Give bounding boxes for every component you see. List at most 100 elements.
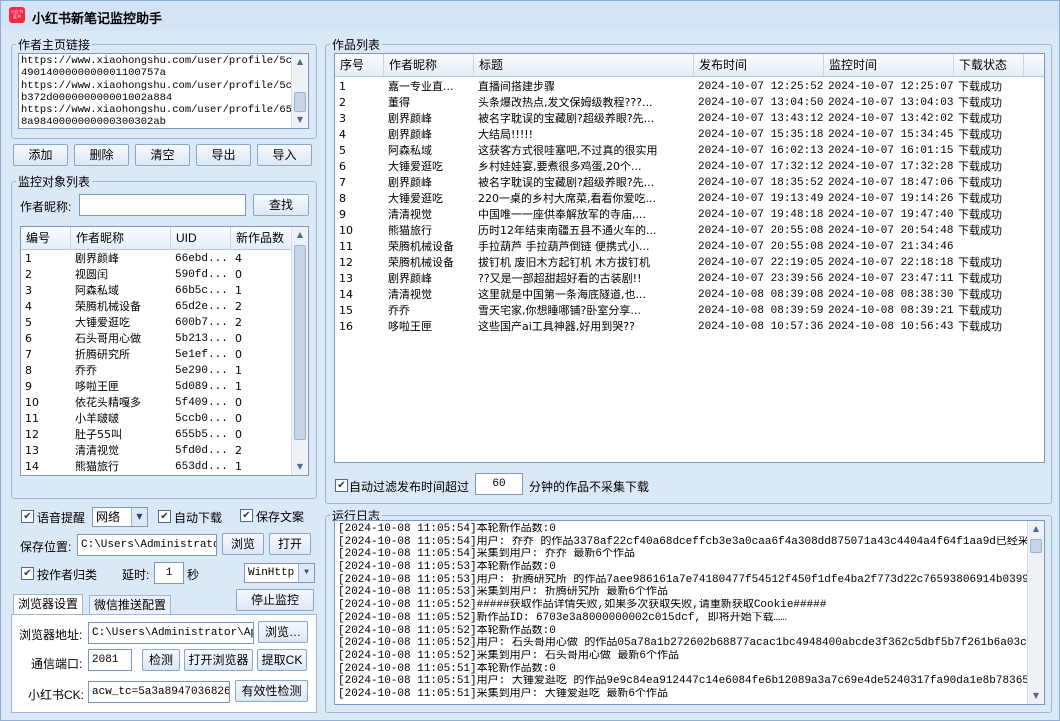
save-path-browse-button[interactable]: 浏览 <box>222 533 264 555</box>
detect-button[interactable]: 检测 <box>142 649 180 671</box>
monitor-cell: 600b7... <box>175 317 228 329</box>
save-path-input[interactable]: C:\Users\Administrator\ <box>77 534 217 556</box>
monitor-cell: 清清视觉 <box>75 444 119 457</box>
monitor-col-index[interactable]: 编号 <box>21 227 71 250</box>
table-row[interactable]: 5 大锤爱逛吃 600b7... 2 <box>21 315 292 331</box>
save-text-checkbox[interactable]: ✔ <box>240 509 253 522</box>
http-engine-select[interactable]: WinHttp ▼ <box>244 563 315 583</box>
filter-minutes-input[interactable]: 60 <box>475 473 523 495</box>
add-link-button[interactable]: 添加 <box>13 144 68 166</box>
log-scrollbar[interactable]: ▲ ▼ <box>1027 521 1044 704</box>
table-row[interactable]: 13 剧界颜峰 ??又是一部超甜超好看的古装剧!! 2024-10-07 23:39:… <box>335 271 1044 287</box>
export-button[interactable]: 导出 <box>196 144 251 166</box>
voice-alert-checkbox[interactable]: ✔ <box>21 510 34 523</box>
auto-filter-checkbox[interactable]: ✔ <box>335 479 348 492</box>
browser-browse-button[interactable]: 浏览… <box>258 621 308 643</box>
monitor-col-nickname[interactable]: 作者昵称 <box>71 227 171 250</box>
author-link-line: https://www.xiaohongshu.com/user/profile… <box>21 55 299 67</box>
open-browser-button[interactable]: 打开浏览器 <box>184 649 253 671</box>
scroll-down-icon[interactable]: ▼ <box>292 459 308 475</box>
monitor-scrollbar[interactable]: ▲ ▼ <box>291 227 308 475</box>
log-textarea[interactable]: [2024-10-08 11:05:54]本轮新作品数:0 [2024-10-08… <box>334 520 1045 705</box>
search-button[interactable]: 查找 <box>253 194 309 216</box>
scroll-up-icon[interactable]: ▲ <box>292 54 308 70</box>
works-col-index[interactable]: 序号 <box>335 54 384 77</box>
table-row[interactable]: 8 乔乔 5e290... 1 <box>21 363 292 379</box>
voice-source-value: 网络 <box>96 510 121 524</box>
monitor-cell: 10 <box>25 396 39 409</box>
ck-input[interactable]: acw_tc=5a3a89470368264d <box>88 681 230 703</box>
table-row[interactable]: 4 荣腾机械设备 65d2e... 2 <box>21 299 292 315</box>
table-row[interactable]: 10 依花头精嘎多 5f409... 0 <box>21 395 292 411</box>
voice-source-select[interactable]: 网络 ▼ <box>92 507 148 527</box>
works-cell: 剧界颜峰 <box>388 272 432 285</box>
works-col-publish-time[interactable]: 发布时间 <box>694 54 824 77</box>
works-col-nickname[interactable]: 作者昵称 <box>384 54 474 77</box>
scroll-up-icon[interactable]: ▲ <box>1028 521 1044 537</box>
browser-address-input[interactable]: C:\Users\Administrator\AppI <box>88 622 254 644</box>
table-row[interactable]: 14 清清视觉 这里就是中国第一条海底隧道,也... 2024-10-08 08:39… <box>335 287 1044 303</box>
works-table[interactable]: 序号 作者昵称 标题 发布时间 监控时间 下载状态 1 嘉一专业直... 直播间搭建步骤 202… <box>334 53 1045 463</box>
monitor-table[interactable]: 编号 作者昵称 UID 新作品数 1 剧界颜峰 66ebd... 4 2 视圆闰 590fd...… <box>20 226 309 476</box>
table-row[interactable]: 12 肚子55叫 655b5... 0 <box>21 427 292 443</box>
table-row[interactable]: 15 乔乔 雪天宅家,你想睡哪铺?卧室分享... 2024-10-08 08:39:5… <box>335 303 1044 319</box>
author-links-textarea[interactable]: https://www.xiaohongshu.com/user/profile… <box>18 53 309 129</box>
monitor-cell: 0 <box>235 428 242 441</box>
auto-download-checkbox[interactable]: ✔ <box>158 510 171 523</box>
clear-links-button[interactable]: 清空 <box>135 144 190 166</box>
chevron-down-icon[interactable]: ▼ <box>131 508 147 526</box>
by-author-checkbox[interactable]: ✔ <box>21 567 34 580</box>
scroll-thumb[interactable] <box>1030 539 1042 553</box>
stop-monitor-button[interactable]: 停止监控 <box>236 589 314 611</box>
port-input[interactable]: 2081 <box>88 649 132 671</box>
works-table-body: 1 嘉一专业直... 直播间搭建步骤 2024-10-07 12:25:52 2024-… <box>335 79 1044 335</box>
chevron-down-icon[interactable]: ▼ <box>298 564 314 582</box>
works-col-monitor-time[interactable]: 监控时间 <box>824 54 954 77</box>
delete-link-button[interactable]: 删除 <box>74 144 129 166</box>
delay-input[interactable]: 1 <box>154 562 184 584</box>
table-row[interactable]: 14 熊猫旅行 653dd... 1 <box>21 459 292 475</box>
works-col-title[interactable]: 标题 <box>474 54 694 77</box>
table-row[interactable]: 2 董得 头条爆改热点,发文保姆级教程???... 2024-10-07 13:04:… <box>335 95 1044 111</box>
monitor-col-new-count[interactable]: 新作品数 <box>231 227 292 250</box>
table-row[interactable]: 11 荣腾机械设备 手拉葫芦 手拉葫芦倒链 便携式小... 2024-10-07 20… <box>335 239 1044 255</box>
table-row[interactable]: 1 剧界颜峰 66ebd... 4 <box>21 251 292 267</box>
table-row[interactable]: 3 阿森私域 66b5c... 1 <box>21 283 292 299</box>
table-row[interactable]: 12 荣腾机械设备 拔钉机 废旧木方起钉机 木方拔钉机 2024-10-07 22:1… <box>335 255 1044 271</box>
author-links-scrollbar[interactable]: ▲ ▼ <box>291 54 308 128</box>
table-row[interactable]: 16 哆啦王匣 这些国产ai工具神器,好用到哭?? 2024-10-08 10:57:… <box>335 319 1044 335</box>
log-line: [2024-10-08 11:05:51]用户: 大锤爱逛吃 的作品9e9c84… <box>338 675 1028 688</box>
scroll-down-icon[interactable]: ▼ <box>292 112 308 128</box>
table-row[interactable]: 7 剧界颜峰 被名字耽误的宝藏剧?超级养眼?先... 2024-10-07 18:35… <box>335 175 1044 191</box>
nickname-search-input[interactable] <box>79 194 246 216</box>
scroll-down-icon[interactable]: ▼ <box>1028 688 1044 704</box>
import-button[interactable]: 导入 <box>257 144 312 166</box>
table-row[interactable]: 5 阿森私域 这获客方式很哇塞吧,不过真的很实用 2024-10-07 16:02:1… <box>335 143 1044 159</box>
table-row[interactable]: 10 熊猫旅行 历时12年结束南疆五县不通火车的... 2024-10-07 20:5… <box>335 223 1044 239</box>
table-row[interactable]: 13 清清视觉 5fd0d... 2 <box>21 443 292 459</box>
log-body: [2024-10-08 11:05:54]本轮新作品数:0 [2024-10-08… <box>335 523 1028 701</box>
table-row[interactable]: 1 嘉一专业直... 直播间搭建步骤 2024-10-07 12:25:52 2024-… <box>335 79 1044 95</box>
table-row[interactable]: 9 清清视觉 中国唯一一座供奉解放军的寺庙,... 2024-10-07 19:48:… <box>335 207 1044 223</box>
works-cell: 拔钉机 废旧木方起钉机 木方拔钉机 <box>478 256 650 269</box>
scroll-up-icon[interactable]: ▲ <box>292 227 308 243</box>
tab-wechat-push[interactable]: 微信推送配置 <box>89 595 172 615</box>
monitor-cell: 1 <box>235 284 242 297</box>
table-row[interactable]: 4 剧界颜峰 大结局!!!!! 2024-10-07 15:35:18 2024-10-… <box>335 127 1044 143</box>
table-row[interactable]: 6 石头哥用心做 5b213... 0 <box>21 331 292 347</box>
scroll-thumb[interactable] <box>294 92 306 112</box>
table-row[interactable]: 9 哆啦王匣 5d089... 1 <box>21 379 292 395</box>
table-row[interactable]: 6 大锤爱逛吃 乡村娃娃宴,要煮很多鸡蛋,20个... 2024-10-07 17:3… <box>335 159 1044 175</box>
tab-browser-settings[interactable]: 浏览器设置 <box>13 594 84 615</box>
works-col-download-status[interactable]: 下载状态 <box>954 54 1024 77</box>
open-folder-button[interactable]: 打开 <box>269 533 311 555</box>
table-row[interactable]: 2 视圆闰 590fd... 0 <box>21 267 292 283</box>
get-ck-button[interactable]: 提取CK <box>257 649 307 671</box>
monitor-col-uid[interactable]: UID <box>171 227 231 250</box>
validate-ck-button[interactable]: 有效性检测 <box>235 680 308 702</box>
table-row[interactable]: 8 大锤爱逛吃 220一桌的乡村大席菜,看看你爱吃... 2024-10-07 19:… <box>335 191 1044 207</box>
table-row[interactable]: 3 剧界颜峰 被名字耽误的宝藏剧?超级养眼?先... 2024-10-07 13:43… <box>335 111 1044 127</box>
table-row[interactable]: 11 小羊啵啵 5ccb0... 0 <box>21 411 292 427</box>
table-row[interactable]: 7 折腾研究所 5e1ef... 0 <box>21 347 292 363</box>
scroll-thumb[interactable] <box>294 245 306 440</box>
